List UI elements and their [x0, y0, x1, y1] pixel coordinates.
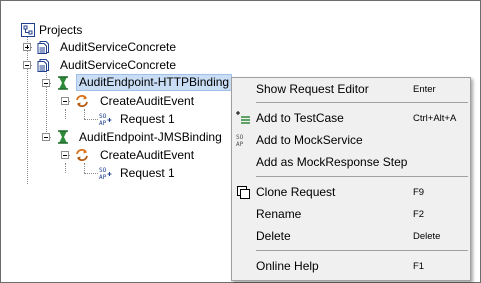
svg-text:SO: SO [99, 113, 107, 120]
operation-icon [76, 95, 88, 107]
mock-service-icon [58, 76, 68, 90]
context-menu: Show Request Editor Enter Add to TestCas… [231, 77, 471, 281]
menu-item-label: Delete [256, 229, 291, 243]
menu-item-label: Add to TestCase [256, 111, 344, 125]
request-icon: SO AP [99, 113, 112, 126]
operation-icon [76, 149, 88, 161]
tree-guide [65, 109, 66, 119]
tree-item-request[interactable]: SO AP Request 1 [99, 165, 189, 182]
tree-guide [65, 163, 66, 173]
collapse-icon[interactable] [23, 61, 31, 69]
svg-text:SO: SO [99, 167, 107, 174]
menu-item-delete[interactable]: Delete Delete [232, 226, 470, 246]
svg-text:AP: AP [236, 141, 244, 148]
navigator-panel: Projects AuditServiceConcrete AuditServi… [0, 0, 481, 283]
tree-label: CreateAuditEvent [100, 94, 195, 108]
menu-item-label: Show Request Editor [256, 82, 369, 96]
menu-separator [256, 102, 468, 103]
menu-item-shortcut: F1 [413, 261, 425, 272]
collapse-icon[interactable] [61, 151, 69, 159]
tree-guide [84, 173, 98, 174]
menu-item-label: Online Help [256, 259, 319, 273]
mock-request-icon: SO AP [236, 134, 244, 148]
interface-icon [37, 59, 49, 72]
tree-item-request[interactable]: SO AP Request 1 [99, 111, 189, 128]
tree-label: Projects [39, 23, 83, 37]
tree-guide [84, 109, 85, 119]
menu-item-shortcut: F9 [413, 187, 425, 198]
menu-item-label: Clone Request [256, 185, 336, 199]
tree-label: Request 1 [120, 166, 175, 180]
menu-separator [256, 176, 468, 177]
mock-service-icon [58, 130, 68, 144]
tree-item-interface[interactable]: AuditServiceConcrete [23, 57, 223, 74]
tree-item-interface[interactable]: AuditServiceConcrete [23, 39, 223, 56]
projects-icon [21, 23, 35, 37]
menu-item-show-request-editor[interactable]: Show Request Editor Enter [232, 79, 470, 99]
clone-icon [237, 186, 250, 199]
menu-item-rename[interactable]: Rename F2 [232, 204, 470, 224]
tree-label: AuditEndpoint-HTTPBinding [76, 74, 233, 91]
tree-item-endpoint[interactable]: AuditEndpoint-JMSBinding [42, 129, 232, 146]
request-icon: SO AP [99, 167, 112, 180]
menu-item-add-to-mockservice[interactable]: SO AP Add to MockService [232, 130, 470, 150]
collapse-icon[interactable] [42, 133, 50, 141]
tree-label: AuditEndpoint-JMSBinding [79, 130, 222, 144]
menu-item-add-as-mockresponse-step[interactable]: Add as MockResponse Step [232, 152, 470, 172]
tree-label: Request 1 [120, 112, 175, 126]
menu-separator [256, 250, 468, 251]
menu-item-label: Rename [256, 207, 302, 221]
menu-item-shortcut: Ctrl+Alt+A [413, 113, 457, 124]
expand-icon[interactable] [23, 43, 31, 51]
svg-text:AP: AP [99, 120, 107, 126]
svg-text:AP: AP [99, 174, 107, 180]
add-to-testcase-icon [236, 111, 250, 124]
collapse-icon[interactable] [42, 79, 50, 87]
tree-item-operation[interactable]: CreateAuditEvent [61, 147, 211, 164]
tree-label: AuditServiceConcrete [60, 40, 177, 54]
interface-icon [37, 41, 49, 54]
menu-item-shortcut: F2 [413, 209, 425, 220]
tree-root[interactable]: Projects [21, 22, 121, 39]
menu-item-online-help[interactable]: Online Help F1 [232, 256, 470, 276]
tree-label: CreateAuditEvent [100, 148, 195, 162]
menu-item-add-to-testcase[interactable]: Add to TestCase Ctrl+Alt+A [232, 108, 470, 128]
collapse-icon[interactable] [61, 97, 69, 105]
menu-item-clone-request[interactable]: Clone Request F9 [232, 182, 470, 202]
menu-item-shortcut: Enter [413, 84, 436, 95]
tree-guide [84, 163, 85, 173]
tree-guide [84, 119, 98, 120]
tree-label: AuditServiceConcrete [60, 58, 177, 72]
menu-item-shortcut: Delete [413, 231, 441, 242]
menu-item-label: Add to MockService [256, 133, 363, 147]
tree-item-endpoint[interactable]: AuditEndpoint-HTTPBinding [42, 74, 237, 92]
tree-item-operation[interactable]: CreateAuditEvent [61, 93, 211, 110]
menu-item-label: Add as MockResponse Step [256, 155, 408, 169]
svg-text:SO: SO [236, 134, 244, 141]
